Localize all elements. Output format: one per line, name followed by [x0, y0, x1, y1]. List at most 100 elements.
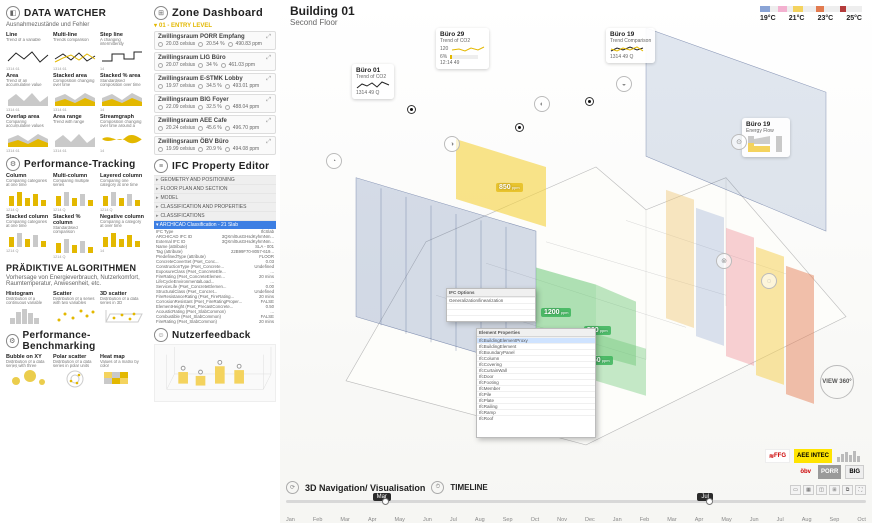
ring-tool-3[interactable]: ◐: [534, 96, 550, 112]
ring-tool-7[interactable]: ◌: [761, 273, 777, 289]
logo-ffg: ≋ FFG: [765, 449, 790, 463]
chart-type-card[interactable]: Stacked areaComposition changing over ti…: [53, 73, 98, 112]
building-title: Building 01: [290, 4, 355, 18]
timeline-handle[interactable]: [706, 498, 713, 505]
zone-card[interactable]: Zwillingsraum AEE Cafe⤢20.24 celsius45.6…: [154, 115, 276, 134]
logo-aee: AEE INTEC: [794, 449, 832, 463]
pin-b01[interactable]: [408, 106, 415, 113]
chart-type-card[interactable]: Negative columnComparing a category at o…: [100, 214, 145, 259]
ring-tool-6[interactable]: ⊚: [716, 253, 732, 269]
chart-type-card[interactable]: Stacked % columnStandardised comparison1…: [53, 214, 98, 259]
chart-type-card[interactable]: Layered columnComparing one category at …: [100, 173, 145, 212]
timeline-month: Sep: [503, 517, 513, 523]
humidity-icon: [198, 105, 203, 110]
chart-type-card[interactable]: Bubble on XYDistribution of a data serie…: [6, 354, 51, 389]
logo-big: BIG: [845, 465, 864, 479]
chevron-right-icon: ▸: [156, 177, 159, 183]
temp-tick: 25°C: [846, 15, 862, 22]
humidity-icon: [198, 84, 203, 89]
expand-icon[interactable]: ⤢: [266, 97, 271, 104]
chart-thumb: [6, 129, 50, 149]
popup-buero-29[interactable]: Büro 29 Trend of CO2 120 6% 12:14 49: [436, 28, 489, 69]
chart-thumb: [53, 88, 97, 108]
chart-thumb: [6, 188, 50, 208]
timeline-month: Nov: [557, 517, 567, 523]
logo-porr: PORR: [818, 465, 841, 479]
zone-value-badge: 1200 ppm: [541, 308, 571, 317]
dialog-properties-small[interactable]: IFC Options Generalization/linearization: [446, 288, 536, 322]
chart-thumb: [53, 235, 97, 255]
timeline-month: Jul: [450, 517, 457, 523]
building-3d-scene[interactable]: Büro 01 Trend of CO2 1314 49 Q Büro 29 T…: [286, 28, 866, 477]
chart-type-card[interactable]: Stacked columnComparing categories at on…: [6, 214, 51, 259]
timeline-month: Aug: [802, 517, 812, 523]
view-360-button[interactable]: VIEW 360°: [820, 365, 854, 399]
ring-tool-4[interactable]: ◒: [616, 76, 632, 92]
chart-type-card[interactable]: Multi-columnComparing multiple series121…: [53, 173, 98, 212]
chart-thumb: [6, 47, 50, 67]
timeline-handle[interactable]: [382, 498, 389, 505]
ring-tool-1[interactable]: ◔: [326, 153, 342, 169]
ifc-category-row[interactable]: ▸GEOMETRY AND POSITIONING: [154, 175, 276, 184]
chart-thumb: [100, 229, 144, 249]
zone-card[interactable]: Zwillingsraum LIG Büro⤢20.07 celsius34 %…: [154, 52, 276, 71]
chart-type-card[interactable]: AreaTrend of an accumulative value1314 6…: [6, 73, 51, 112]
expand-icon[interactable]: ⤢: [266, 139, 271, 146]
zone-level-toggle[interactable]: ▾ 01 - ENTRY LEVEL: [154, 22, 276, 29]
ring-tool-5[interactable]: ⊙: [731, 134, 747, 150]
popup-buero-19a[interactable]: Büro 19 Trend Comparison 1314 49 Q: [606, 28, 655, 63]
temp-icon: [158, 84, 163, 89]
co2-icon: [221, 63, 226, 68]
ifc-category-row[interactable]: ▸CLASSIFICATIONS: [154, 211, 276, 220]
data-watcher-icon: ◧: [6, 6, 20, 20]
co2-icon: [225, 105, 230, 110]
chart-type-card[interactable]: Step lineA changing intermittently14: [100, 32, 145, 71]
chart-thumb: [53, 129, 97, 149]
popup-buero-19b[interactable]: Büro 19 Energy Flow: [742, 118, 790, 157]
chart-thumb: [6, 369, 50, 389]
chart-thumb: [53, 47, 97, 67]
chart-type-card[interactable]: Heat mapValues of a matrix by color: [100, 354, 145, 389]
ifc-category-row[interactable]: ▸CLASSIFICATION AND PROPERTIES: [154, 202, 276, 211]
chart-type-card[interactable]: StreamgraphComposition changing over tim…: [100, 114, 145, 153]
nav-icon: ⟳: [286, 481, 299, 494]
chart-type-card[interactable]: Overlap areaComparing accumulative value…: [6, 114, 51, 153]
benchmark-icon: ⚙: [6, 334, 19, 348]
expand-icon[interactable]: ⤢: [266, 76, 271, 83]
chart-type-card[interactable]: HistogramDistribution of a continuous va…: [6, 291, 51, 326]
expand-icon[interactable]: ⤢: [266, 118, 271, 125]
ifc-category-row[interactable]: ▸MODEL: [154, 193, 276, 202]
chart-type-card[interactable]: ScatterDistribution of a series with two…: [53, 291, 98, 326]
ifc-selected-row[interactable]: ▾ ARCHICAD Classification - 21 Slab: [154, 220, 276, 229]
chart-type-card[interactable]: ColumnComparing categories at one time12…: [6, 173, 51, 212]
timeline-title: TIMELINE: [450, 483, 487, 492]
dialog-properties-large[interactable]: Element Properties IfcBuildingElementPro…: [476, 328, 596, 438]
temp-icon: [158, 147, 163, 152]
chart-type-card[interactable]: Multi-lineTrends comparison1314 61: [53, 32, 98, 71]
zone-card[interactable]: Zwillingsraum PORR Empfang⤢20.03 celsius…: [154, 31, 276, 50]
pin-b29[interactable]: [516, 124, 523, 131]
ifc-category-row[interactable]: ▸FLOOR PLAN AND SECTION: [154, 184, 276, 193]
zone-card[interactable]: Zwillingsraum E-STMK Lobby⤢19.97 celsius…: [154, 73, 276, 92]
temperature-scale: 19°C21°C23°C25°C: [760, 6, 862, 26]
timeline-month: Apr: [368, 517, 377, 523]
pin-b19[interactable]: [586, 98, 593, 105]
zone-card[interactable]: Zwillingsraum BIG Foyer⤢22.09 celsius32.…: [154, 94, 276, 113]
perf-tracking-title: Performance-Tracking: [24, 159, 136, 170]
popup-buero-01[interactable]: Büro 01 Trend of CO2 1314 49 Q: [352, 64, 394, 99]
timeline-month: Dec: [585, 517, 595, 523]
ring-tool-2[interactable]: ◑: [444, 136, 460, 152]
chart-type-card[interactable]: Area rangeTrend with range1314 61: [53, 114, 98, 153]
temp-segment: [778, 6, 786, 12]
chart-type-card[interactable]: Stacked % areaStandardised composition o…: [100, 73, 145, 112]
timeline-month: May: [395, 517, 405, 523]
zone-card[interactable]: Zwillingsraum ÖBV Büro⤢19.99 celsius20.9…: [154, 136, 276, 155]
expand-icon[interactable]: ⤢: [266, 55, 271, 62]
expand-icon[interactable]: ⤢: [266, 34, 271, 41]
chart-type-card[interactable]: 3D scatterDistribution of a data series …: [100, 291, 145, 326]
co2-icon: [225, 126, 230, 131]
chart-type-card[interactable]: Polar scatterDistribution of a data seri…: [53, 354, 98, 389]
chart-type-card[interactable]: LineTrend of a variable1314 61: [6, 32, 51, 71]
timeline[interactable]: MarJul: [286, 496, 866, 506]
humidity-icon: [198, 147, 203, 152]
